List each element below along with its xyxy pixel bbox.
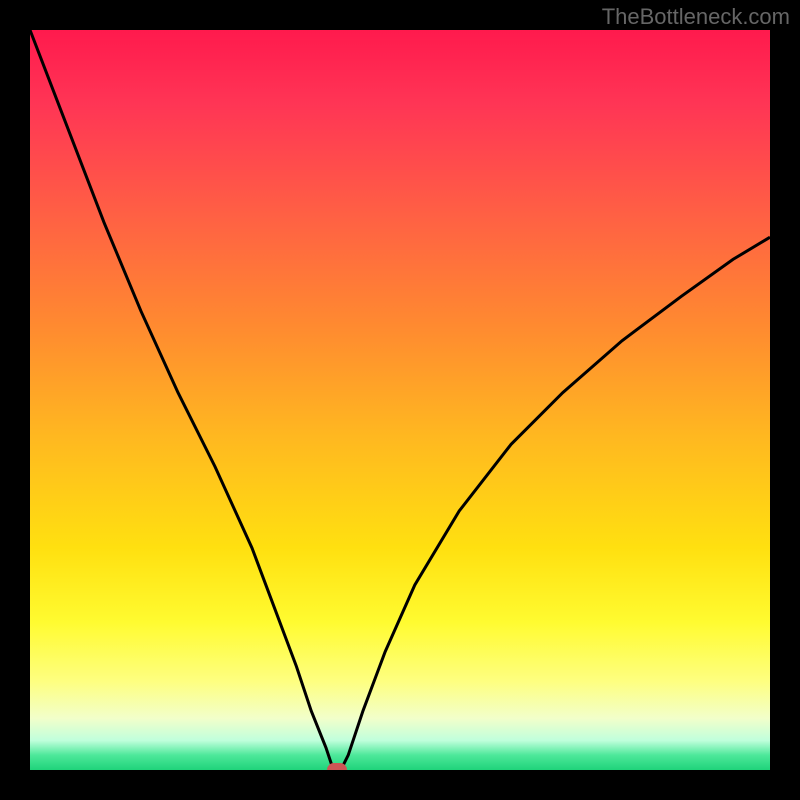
optimal-marker [327, 763, 347, 770]
bottleneck-curve [30, 30, 770, 770]
chart-container: TheBottleneck.com [0, 0, 800, 800]
watermark-text: TheBottleneck.com [602, 4, 790, 30]
plot-area [30, 30, 770, 770]
